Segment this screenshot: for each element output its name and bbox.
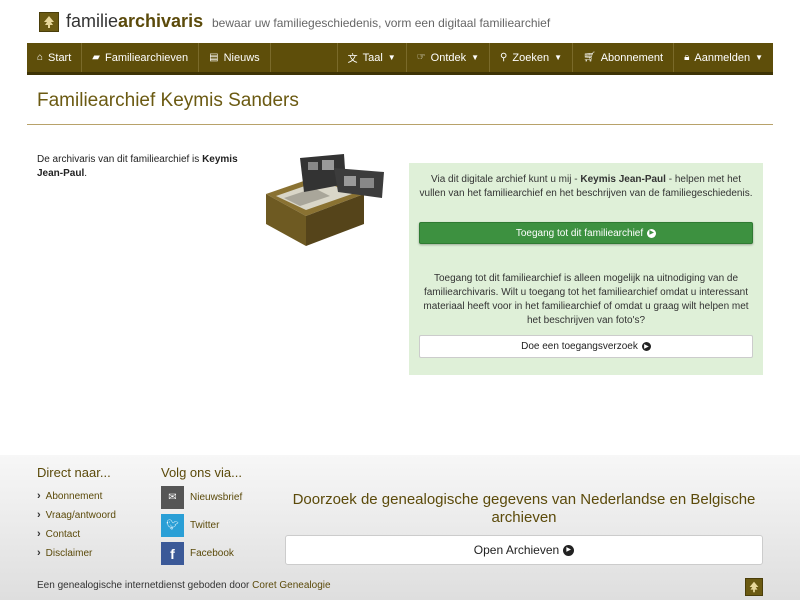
follow-heading: Volg ons via...: [161, 465, 242, 480]
cart-icon: 🛒︎: [583, 52, 596, 63]
nav-aanmelden[interactable]: 🔒︎ Aanmelden ▼: [673, 43, 773, 72]
invite-text: Toegang tot dit familiearchief is alleen…: [423, 273, 749, 326]
chevron-right-icon: ›: [37, 509, 41, 521]
direct-links-heading: Direct naar...: [37, 465, 111, 480]
chevron-right-icon: ›: [37, 490, 41, 502]
chevron-right-icon: ›: [37, 547, 41, 559]
archivist-intro: De archivaris van dit familiearchief is …: [37, 154, 238, 179]
nav-zoeken[interactable]: ⚲ Zoeken ▼: [489, 43, 572, 72]
access-request-button[interactable]: Doe een toegangsverzoek ▶: [419, 335, 753, 358]
access-panel: Via dit digitale archief kunt u mij - Ke…: [409, 163, 763, 375]
help-text: Via dit digitale archief kunt u mij - Ke…: [419, 174, 753, 199]
search-icon: ⚲: [500, 52, 508, 63]
open-archieven-button[interactable]: Open Archieven ▶: [285, 535, 763, 565]
footer-link-abonnement[interactable]: › Abonnement: [37, 490, 102, 502]
tree-logo-icon[interactable]: [745, 578, 763, 596]
page-title: Familiearchief Keymis Sanders: [37, 90, 299, 111]
footer-link-disclaimer[interactable]: › Disclaimer: [37, 547, 92, 559]
site-brand[interactable]: familiearchivaris: [66, 11, 203, 32]
site-tagline: bewaar uw familiegeschiedenis, vorm een …: [212, 16, 551, 30]
twitter-icon: 🐦︎: [161, 514, 184, 537]
site-footer: [0, 455, 800, 600]
nav-taal[interactable]: 文 Taal ▼: [336, 43, 406, 72]
chevron-down-icon: ▼: [387, 53, 396, 62]
genealogy-search-text: Doorzoek de genealogische gegevens van N…: [292, 491, 756, 526]
twitter-link[interactable]: 🐦︎ Twitter: [161, 514, 219, 537]
arrow-circle-right-icon: ▶: [641, 342, 651, 351]
coret-genealogie-link[interactable]: Coret Genealogie: [252, 580, 330, 591]
facebook-icon: f: [161, 542, 184, 565]
lock-icon: 🔒︎: [684, 52, 690, 63]
book-icon: ▰: [92, 52, 100, 63]
site-header: familiearchivaris bewaar uw familiegesch…: [0, 0, 800, 43]
envelope-icon: ✉: [161, 486, 184, 509]
nav-nieuws[interactable]: ▤ Nieuws: [199, 43, 271, 72]
tree-logo-icon[interactable]: [39, 12, 59, 32]
nav-start[interactable]: ⌂ Start: [27, 43, 83, 72]
nav-familiearchieven[interactable]: ▰ Familiearchieven: [82, 43, 200, 72]
newspaper-icon: ▤: [209, 52, 219, 63]
language-icon: 文: [347, 54, 358, 65]
arrow-circle-right-icon: ▶: [563, 544, 575, 556]
chevron-down-icon: ▼: [554, 53, 562, 62]
main-nav: ⌂ Start ▰ Familiearchieven ▤ Nieuws 文 Taal ▼ …: [27, 43, 773, 75]
facebook-link[interactable]: f Facebook: [161, 542, 234, 565]
pointer-hand-icon: ☞: [416, 52, 426, 63]
footer-link-contact[interactable]: › Contact: [37, 528, 80, 540]
access-archive-button[interactable]: Toegang tot dit familiearchief ▶: [419, 222, 753, 244]
nav-abonnement[interactable]: 🛒︎ Abonnement: [572, 43, 673, 72]
home-icon: ⌂: [37, 52, 44, 63]
archive-box-image: [266, 154, 384, 246]
title-divider: [27, 124, 773, 125]
arrow-circle-right-icon: ▶: [647, 228, 657, 238]
chevron-down-icon: ▼: [755, 53, 763, 62]
newsletter-link[interactable]: ✉ Nieuwsbrief: [161, 486, 242, 509]
footer-link-vraag-antwoord[interactable]: › Vraag/antwoord: [37, 509, 116, 521]
chevron-down-icon: ▼: [471, 53, 480, 62]
chevron-right-icon: ›: [37, 528, 41, 540]
nav-ontdek[interactable]: ☞ Ontdek ▼: [405, 43, 489, 72]
footer-credit: Een genealogische internetdienst geboden…: [37, 580, 331, 591]
